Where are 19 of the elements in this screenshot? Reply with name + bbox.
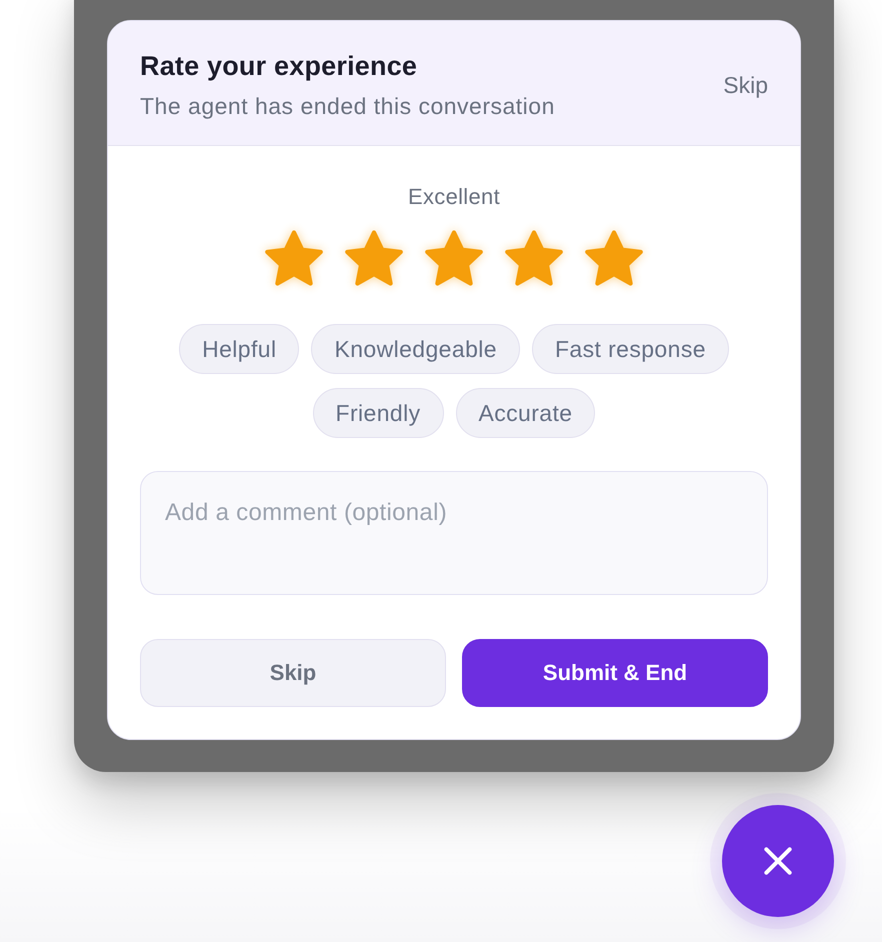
star-icon[interactable] xyxy=(265,230,323,286)
tag-chip[interactable]: Accurate xyxy=(456,388,596,438)
rating-label: Excellent xyxy=(408,183,500,211)
tag-chip[interactable]: Friendly xyxy=(312,388,444,438)
tag-chip[interactable]: Fast response xyxy=(532,324,729,374)
comment-field[interactable]: Add a comment (optional) xyxy=(140,471,768,595)
star-icon[interactable] xyxy=(345,230,403,286)
tag-chip[interactable]: Helpful xyxy=(179,324,300,374)
star-icon[interactable] xyxy=(425,230,483,286)
star-icon[interactable] xyxy=(505,230,563,286)
tag-chip[interactable]: Knowledgeable xyxy=(311,324,520,374)
dialog-subtitle: The agent has ended this conversation xyxy=(140,92,555,121)
dialog-title: Rate your experience xyxy=(140,50,418,83)
submit-button[interactable]: Submit & End xyxy=(462,639,768,707)
skip-button[interactable]: Skip xyxy=(140,639,446,707)
star-icon[interactable] xyxy=(585,230,643,286)
close-button[interactable] xyxy=(722,805,834,917)
header-skip-link[interactable]: Skip xyxy=(723,70,768,100)
close-icon xyxy=(764,847,792,875)
